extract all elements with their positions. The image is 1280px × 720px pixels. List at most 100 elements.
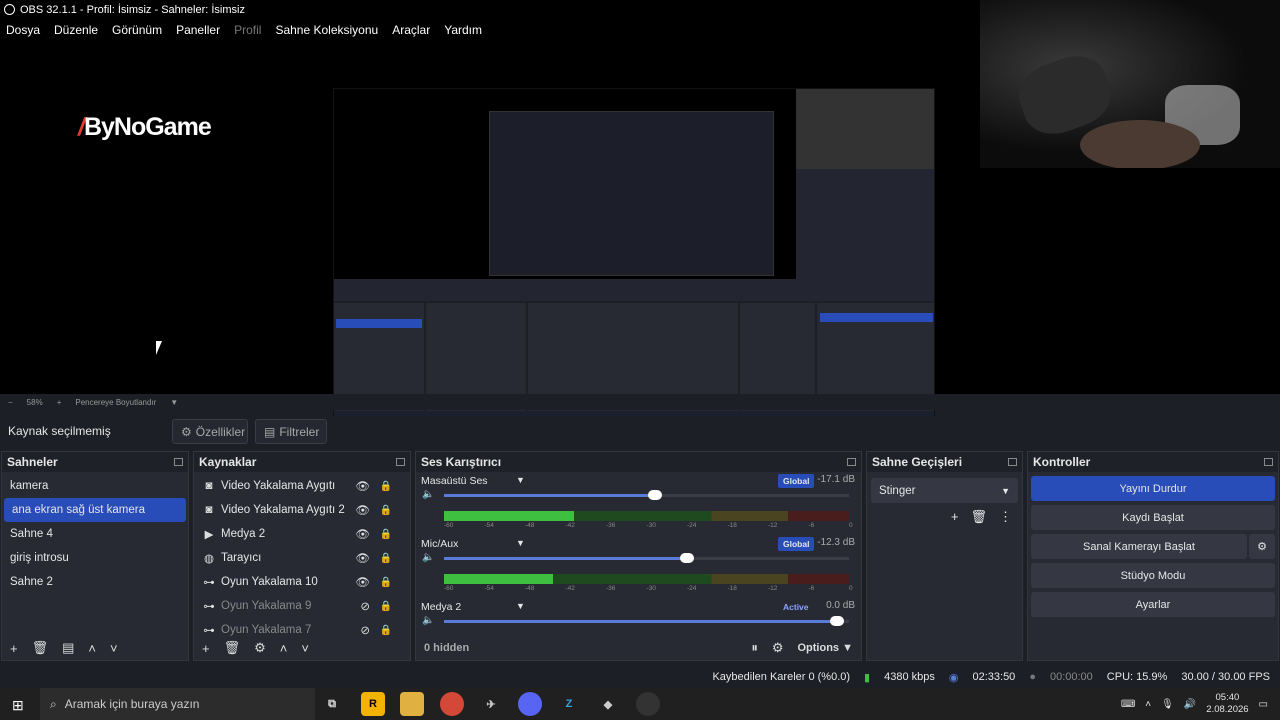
mixer-settings-icon[interactable]: ⚙ — [772, 640, 784, 656]
volume-knob[interactable] — [680, 553, 694, 563]
move-down-button[interactable]: ˅ — [110, 641, 118, 656]
add-scene-button[interactable]: + — [10, 641, 18, 656]
virtual-camera-settings-icon[interactable]: ⚙ — [1249, 534, 1275, 559]
undock-icon[interactable] — [847, 458, 856, 466]
layout-toggle-icon[interactable]: ⏸ — [751, 640, 758, 656]
eye-icon[interactable]: 👁 — [355, 479, 370, 493]
undock-icon[interactable] — [174, 458, 183, 466]
scene-item-selected[interactable]: ana ekran sağ üst kamera — [4, 498, 186, 522]
windows-start-icon[interactable]: ⊞ — [12, 697, 24, 714]
lock-icon[interactable]: 🔒 — [380, 529, 392, 540]
channel-db: -17.1 dB — [817, 474, 855, 485]
remove-transition-button[interactable]: 🗑 — [970, 509, 987, 525]
menu-profil[interactable]: Profil — [234, 23, 261, 37]
zoom-dropdown-icon[interactable]: ▼ — [170, 398, 178, 407]
remove-scene-button[interactable]: 🗑 — [32, 640, 49, 656]
discord-icon[interactable] — [518, 692, 542, 716]
speaker-icon[interactable]: 🔊 — [1184, 699, 1196, 710]
remove-source-button[interactable]: 🗑 — [224, 640, 241, 656]
eye-hidden-icon[interactable]: ⊘ — [360, 623, 370, 636]
scene-item[interactable]: giriş introsu — [2, 546, 188, 570]
file-explorer-icon[interactable] — [400, 692, 424, 716]
source-item[interactable]: ▶ Medya 2 👁 🔒 — [194, 522, 410, 546]
transition-select[interactable]: Stinger ▼ — [871, 478, 1018, 503]
options-button[interactable]: Options ▼ — [797, 642, 853, 654]
scene-item[interactable]: Sahne 2 — [2, 570, 188, 594]
task-view-icon[interactable]: ⧉ — [320, 692, 344, 716]
zoom-mode[interactable]: Pencereye Boyutlandır — [75, 398, 156, 407]
battlenet-icon[interactable]: Z — [557, 692, 581, 716]
volume-slider[interactable] — [444, 490, 849, 500]
menu-araclar[interactable]: Araçlar — [392, 23, 430, 37]
clock[interactable]: 05:40 2.08.2026 — [1206, 692, 1248, 716]
stop-stream-button[interactable]: Yayını Durdur — [1031, 476, 1275, 501]
taskbar-search[interactable]: ⌕ Aramak için buraya yazın — [40, 688, 315, 720]
add-transition-button[interactable]: + — [951, 509, 959, 525]
zoom-in-button[interactable]: + — [57, 398, 62, 407]
properties-button[interactable]: ⚙ Özellikler — [172, 419, 248, 444]
move-up-button[interactable]: ˄ — [88, 641, 96, 656]
eye-icon[interactable]: 👁 — [355, 527, 370, 541]
mute-icon[interactable]: 🔈 — [422, 615, 434, 626]
start-record-button[interactable]: Kaydı Başlat — [1031, 505, 1275, 530]
volume-knob[interactable] — [647, 490, 662, 500]
app-icon[interactable]: ✈ — [479, 692, 503, 716]
undock-icon[interactable] — [1264, 458, 1273, 466]
channel-menu-icon[interactable]: ▼ — [516, 475, 525, 485]
virtual-camera-button[interactable]: Sanal Kamerayı Başlat — [1031, 534, 1247, 559]
source-item[interactable]: ◍ Tarayıcı 👁 🔒 — [194, 546, 410, 570]
zoom-out-button[interactable]: − — [8, 398, 13, 407]
channel-menu-icon[interactable]: ▼ — [516, 538, 525, 548]
chrome-icon[interactable] — [440, 692, 464, 716]
filters-button[interactable]: ▤ Filtreler — [255, 419, 327, 444]
scene-filters-button[interactable]: ▤ — [62, 640, 74, 656]
menu-dosya[interactable]: Dosya — [6, 23, 40, 37]
volume-knob[interactable] — [829, 616, 844, 626]
scene-item[interactable]: kamera — [2, 474, 188, 498]
microphone-icon[interactable]: 🎙 — [1161, 699, 1174, 710]
keyboard-icon[interactable]: ⌨ — [1121, 699, 1135, 710]
obs-icon[interactable] — [636, 692, 660, 716]
hidden-count[interactable]: 0 hidden — [424, 642, 469, 654]
eye-icon[interactable]: 👁 — [355, 575, 370, 589]
settings-button[interactable]: Ayarlar — [1031, 592, 1275, 617]
volume-slider[interactable] — [444, 553, 849, 563]
move-down-button[interactable]: ˅ — [301, 641, 309, 656]
source-settings-button[interactable]: ⚙ — [254, 640, 266, 656]
speaker-icon[interactable]: 🔈 — [422, 552, 434, 563]
undock-icon[interactable] — [396, 458, 405, 466]
transition-menu-icon[interactable]: ⋮ — [999, 509, 1012, 525]
scene-item[interactable]: Sahne 4 — [2, 522, 188, 546]
lock-icon[interactable]: 🔒 — [380, 625, 392, 636]
channel-menu-icon[interactable]: ▼ — [516, 601, 525, 611]
eye-icon[interactable]: 👁 — [355, 503, 370, 517]
source-item[interactable]: ⊶ Oyun Yakalama 10 👁 🔒 — [194, 570, 410, 594]
move-up-button[interactable]: ˄ — [280, 641, 288, 656]
menu-yardim[interactable]: Yardım — [444, 23, 482, 37]
source-item[interactable]: ⊶ Oyun Yakalama 7 ⊘ 🔒 — [194, 618, 410, 636]
eye-icon[interactable]: 👁 — [355, 551, 370, 565]
steam-icon[interactable]: ◆ — [596, 692, 620, 716]
lock-icon[interactable]: 🔒 — [380, 505, 392, 516]
source-item[interactable]: ◙ Video Yakalama Aygıtı 👁 🔒 — [194, 474, 410, 498]
undock-icon[interactable] — [1008, 458, 1017, 466]
source-item[interactable]: ◙ Video Yakalama Aygıtı 2 👁 🔒 — [194, 498, 410, 522]
volume-slider[interactable] — [444, 616, 849, 626]
lock-icon[interactable]: 🔒 — [380, 553, 392, 564]
menu-gorunum[interactable]: Görünüm — [112, 23, 162, 37]
lock-icon[interactable]: 🔒 — [380, 601, 392, 612]
lock-icon[interactable]: 🔒 — [380, 577, 392, 588]
eye-hidden-icon[interactable]: ⊘ — [360, 599, 370, 613]
menu-duzenle[interactable]: Düzenle — [54, 23, 98, 37]
channel-db: 0.0 dB — [826, 600, 855, 611]
lock-icon[interactable]: 🔒 — [380, 481, 392, 492]
chevron-up-icon[interactable]: ˄ — [1145, 699, 1151, 710]
source-item[interactable]: ⊶ Oyun Yakalama 9 ⊘ 🔒 — [194, 594, 410, 618]
studio-mode-button[interactable]: Stüdyo Modu — [1031, 563, 1275, 588]
add-source-button[interactable]: + — [202, 641, 210, 656]
rockstar-icon[interactable]: R — [361, 692, 385, 716]
notification-icon[interactable]: ▭ — [1259, 699, 1268, 710]
speaker-icon[interactable]: 🔈 — [422, 489, 434, 500]
menu-sahne-koleksiyonu[interactable]: Sahne Koleksiyonu — [275, 23, 378, 37]
menu-paneller[interactable]: Paneller — [176, 23, 220, 37]
